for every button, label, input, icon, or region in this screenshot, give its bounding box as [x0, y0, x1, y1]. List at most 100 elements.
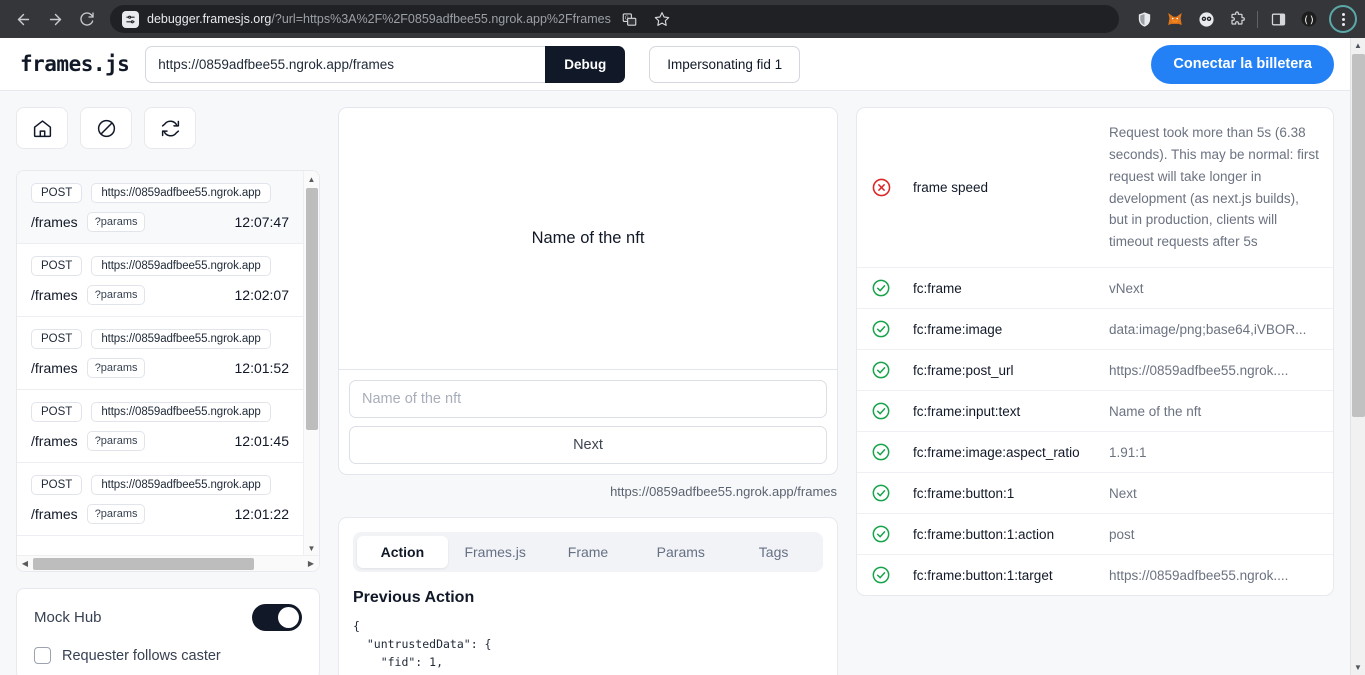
scrollbar-thumb[interactable]	[33, 557, 255, 570]
frame-text-input[interactable]	[349, 380, 827, 418]
page-vertical-scrollbar[interactable]: ▲ ▼	[1350, 38, 1365, 675]
svg-text:G: G	[625, 15, 629, 21]
request-host-badge: https://0859adfbee55.ngrok.app	[91, 402, 271, 422]
address-bar[interactable]: debugger.framesjs.org/?url=https%3A%2F%2…	[110, 5, 1119, 33]
check-circle-icon	[871, 319, 913, 339]
diagnostic-key: fc:frame:button:1:action	[913, 526, 1055, 542]
request-history-list: POST https://0859adfbee55.ngrok.app /fra…	[17, 171, 319, 556]
scroll-right-icon[interactable]: ▶	[303, 559, 319, 568]
toggle-knob	[278, 607, 299, 628]
side-panel-icon[interactable]	[1267, 8, 1289, 30]
debug-button[interactable]: Debug	[545, 45, 626, 83]
puzzle-extensions-icon[interactable]	[1226, 8, 1248, 30]
diagnostic-key: fc:frame:button:1	[913, 485, 1015, 501]
frame-next-button[interactable]: Next	[349, 426, 827, 464]
check-circle-icon	[871, 360, 913, 380]
diagnostic-key: frame speed	[913, 180, 989, 196]
diagnostic-value: Request took more than 5s (6.38 seconds)…	[1109, 125, 1319, 250]
history-item[interactable]: POST https://0859adfbee55.ngrok.app /fra…	[17, 317, 303, 390]
http-method-badge: POST	[31, 402, 83, 422]
forward-arrow-icon[interactable]	[40, 4, 70, 34]
history-item[interactable]: POST https://0859adfbee55.ngrok.app /fra…	[17, 244, 303, 317]
check-circle-icon	[871, 483, 913, 503]
refresh-icon[interactable]	[144, 107, 196, 149]
request-host-badge: https://0859adfbee55.ngrok.app	[91, 329, 271, 349]
page-scroll-down-icon[interactable]: ▼	[1351, 660, 1365, 675]
check-circle-icon	[871, 401, 913, 421]
tab-frame[interactable]: Frame	[543, 536, 634, 568]
shield-extension-icon[interactable]	[1133, 8, 1155, 30]
request-timestamp: 12:01:52	[234, 360, 290, 376]
diagnostic-value: Name of the nft	[1109, 403, 1202, 419]
diagnostic-key: fc:frame:post_url	[913, 362, 1014, 378]
frame-controls: Next	[339, 370, 837, 474]
svg-text:(): ()	[1303, 15, 1315, 26]
diagnostic-row: fc:frame:button:1 Next	[857, 473, 1333, 515]
site-settings-icon[interactable]	[122, 10, 139, 28]
page-scrollbar-thumb[interactable]	[1352, 54, 1365, 417]
home-icon[interactable]	[16, 107, 68, 149]
error-circle-icon	[871, 177, 913, 198]
history-vertical-scrollbar[interactable]: ▲ ▼	[303, 171, 319, 556]
extensions-strip: ()	[1127, 5, 1357, 33]
history-item[interactable]: POST https://0859adfbee55.ngrok.app /fra…	[17, 463, 303, 536]
diagnostic-value: Next	[1109, 485, 1137, 501]
history-item[interactable]: POST https://0859adfbee55.ngrok.app /fra…	[17, 171, 303, 244]
mock-hub-card: Mock Hub Requester follows caster	[16, 588, 320, 675]
scroll-down-icon[interactable]: ▼	[304, 540, 319, 556]
request-params-badge: ?params	[86, 285, 146, 305]
address-bar-text: debugger.framesjs.org/?url=https%3A%2F%2…	[147, 12, 611, 26]
impersonate-button[interactable]: Impersonating fid 1	[649, 45, 801, 83]
scroll-left-icon[interactable]: ◀	[17, 559, 33, 568]
connect-wallet-button[interactable]: Conectar la billetera	[1151, 44, 1334, 84]
check-circle-icon	[871, 278, 913, 298]
history-item[interactable]: POST https://0859adfbee55.ngrok.app /fra…	[17, 390, 303, 463]
diagnostic-key: fc:frame:input:text	[913, 403, 1021, 419]
history-horizontal-scrollbar[interactable]: ◀ ▶	[17, 555, 319, 571]
diagnostic-value: post	[1109, 526, 1135, 542]
clear-icon[interactable]	[80, 107, 132, 149]
page-scroll-up-icon[interactable]: ▲	[1351, 38, 1365, 53]
parentheses-extension-icon[interactable]: ()	[1298, 8, 1320, 30]
request-params-badge: ?params	[86, 504, 146, 524]
scrollbar-thumb[interactable]	[306, 188, 318, 430]
translate-icon[interactable]: G	[619, 8, 641, 30]
metamask-fox-icon[interactable]	[1164, 8, 1186, 30]
diagnostic-row: fc:frame:image:aspect_ratio 1.91:1	[857, 432, 1333, 474]
request-params-badge: ?params	[86, 431, 146, 451]
mock-hub-title: Mock Hub	[34, 609, 102, 626]
app-logo[interactable]: frames.js	[16, 52, 130, 76]
frame-source-link[interactable]: https://0859adfbee55.ngrok.app/frames	[338, 484, 838, 499]
diagnostic-key: fc:frame	[913, 280, 962, 296]
tab-action[interactable]: Action	[357, 536, 448, 568]
requester-follows-caster-checkbox[interactable]	[34, 647, 51, 664]
tab-params[interactable]: Params	[635, 536, 726, 568]
request-host-badge: https://0859adfbee55.ngrok.app	[91, 475, 271, 495]
left-sidebar: POST https://0859adfbee55.ngrok.app /fra…	[16, 107, 320, 675]
request-history-card: POST https://0859adfbee55.ngrok.app /fra…	[16, 170, 320, 572]
inspector-tabs-card: Action Frames.js Frame Params Tags Previ…	[338, 517, 838, 675]
frame-preview-column: Name of the nft Next https://0859adfbee5…	[338, 107, 838, 675]
owl-extension-icon[interactable]	[1195, 8, 1217, 30]
scrollbar-track[interactable]	[33, 556, 303, 572]
requester-follows-caster-label: Requester follows caster	[62, 647, 221, 664]
tab-tags[interactable]: Tags	[728, 536, 819, 568]
debug-url-group: Debug	[145, 45, 626, 83]
app-header: frames.js Debug Impersonating fid 1 Cone…	[0, 38, 1350, 91]
frame-preview-card: Name of the nft Next	[338, 107, 838, 475]
reload-icon[interactable]	[72, 4, 102, 34]
mock-hub-toggle[interactable]	[252, 604, 302, 631]
browser-viewport: frames.js Debug Impersonating fid 1 Cone…	[0, 38, 1365, 675]
frame-url-input[interactable]	[145, 45, 546, 83]
check-circle-icon	[871, 442, 913, 462]
scroll-up-icon[interactable]: ▲	[304, 171, 319, 187]
back-arrow-icon[interactable]	[8, 4, 38, 34]
three-dot-menu-icon[interactable]	[1329, 5, 1357, 33]
url-host: debugger.framesjs.org	[147, 12, 272, 26]
previous-action-json: { "untrustedData": { "fid": 1,	[353, 619, 492, 669]
diagnostic-row: fc:frame vNext	[857, 268, 1333, 310]
tab-framesjs[interactable]: Frames.js	[450, 536, 541, 568]
bookmark-star-icon[interactable]	[651, 8, 673, 30]
request-host-badge: https://0859adfbee55.ngrok.app	[91, 183, 271, 203]
diagnostic-row: fc:frame:button:1:target https://0859adf…	[857, 555, 1333, 595]
